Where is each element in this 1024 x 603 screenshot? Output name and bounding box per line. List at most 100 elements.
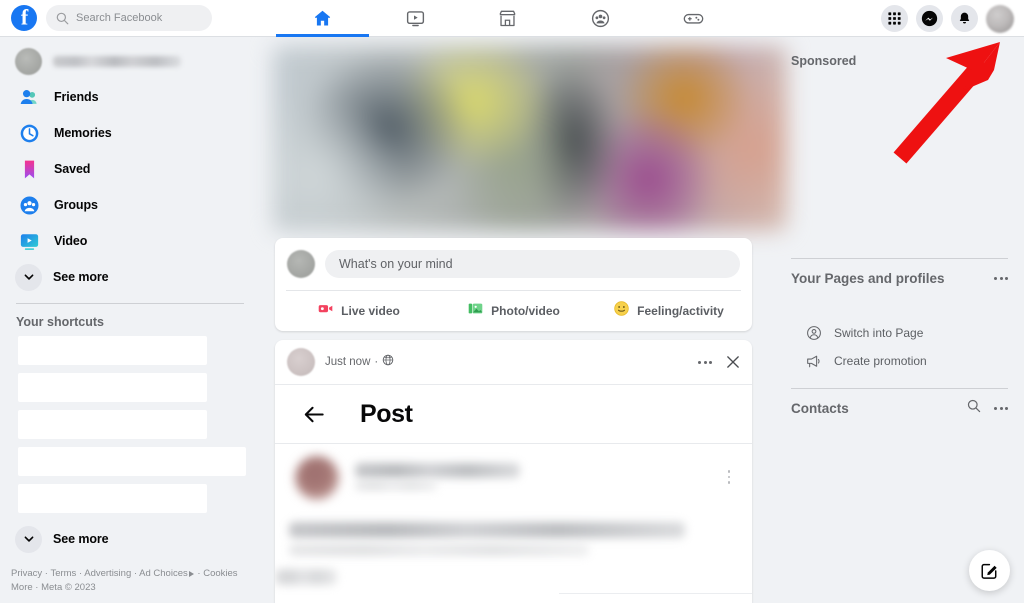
tab-home[interactable] <box>276 0 369 37</box>
pages-more-options-button[interactable] <box>994 276 1008 280</box>
create-promotion-button[interactable]: Create promotion <box>791 347 1008 375</box>
live-video-button[interactable]: Live video <box>281 295 436 327</box>
sidebar-item-label: Friends <box>54 90 99 104</box>
bell-icon <box>959 12 970 24</box>
sidebar-see-more-label: See more <box>53 532 109 546</box>
new-message-button[interactable] <box>969 550 1010 591</box>
post-title: Post <box>360 399 413 428</box>
live-video-label: Live video <box>341 304 400 318</box>
post-meta-separator: · <box>374 356 379 368</box>
footer-link-advertising[interactable]: Advertising <box>84 568 131 579</box>
post-content-line <box>289 522 685 538</box>
photo-video-label: Photo/video <box>491 304 560 318</box>
shortcut-placeholder[interactable] <box>18 373 207 402</box>
sidebar-item-saved[interactable]: Saved <box>9 151 251 187</box>
sidebar-item-profile[interactable] <box>9 43 251 79</box>
footer-link-terms[interactable]: Terms <box>50 568 76 579</box>
stories-banner-image <box>273 46 787 231</box>
footer-link-cookies[interactable]: Cookies <box>203 568 237 579</box>
tab-gaming[interactable] <box>647 0 740 37</box>
photo-video-icon <box>467 300 484 322</box>
messenger-icon <box>921 10 938 27</box>
chevron-down-icon <box>15 525 42 553</box>
post-content-line <box>275 569 337 585</box>
footer-link-privacy[interactable]: Privacy <box>11 568 42 579</box>
post-content-more-options-button[interactable] <box>727 470 730 484</box>
home-icon <box>314 10 330 25</box>
switch-into-page-button[interactable]: Switch into Page <box>791 319 1008 347</box>
post-close-button[interactable] <box>725 354 741 370</box>
facebook-logo-icon[interactable] <box>11 5 37 31</box>
tab-groups[interactable] <box>554 0 647 37</box>
contacts-section-title: Contacts <box>791 400 849 416</box>
post-author-avatar[interactable] <box>287 348 315 376</box>
account-avatar[interactable] <box>986 4 1014 33</box>
post-content-line <box>289 544 589 556</box>
sidebar-item-label: Saved <box>54 162 91 176</box>
composer-input[interactable]: What's on your mind <box>325 250 740 278</box>
footer-meta-copyright: Meta © 2023 <box>41 582 96 594</box>
facebook-home-page: Search Facebook <box>0 0 1024 603</box>
pages-section-header: Your Pages and profiles <box>791 259 1008 297</box>
composer-avatar <box>287 250 315 278</box>
composer-actions-row: Live video Photo/video Feeling/activity <box>275 291 752 331</box>
contacts-search-button[interactable] <box>967 399 981 418</box>
feeling-activity-button[interactable]: Feeling/activity <box>591 295 746 327</box>
sidebar-item-video[interactable]: Video <box>9 223 251 259</box>
feeling-activity-icon <box>613 300 630 322</box>
groups-icon <box>592 9 610 27</box>
sidebar-item-memories[interactable]: Memories <box>9 115 251 151</box>
post-content-avatar-blurred <box>295 456 339 500</box>
contacts-section-header: Contacts <box>791 389 1008 427</box>
megaphone-icon <box>805 353 822 370</box>
search-input[interactable]: Search Facebook <box>46 5 212 31</box>
sidebar-see-more-bottom[interactable]: See more <box>9 521 251 557</box>
shortcut-placeholder[interactable] <box>18 447 246 476</box>
footer-link-more[interactable]: More <box>11 582 33 593</box>
messenger-button[interactable] <box>916 5 943 32</box>
post-header: Just now · <box>275 340 752 384</box>
profile-avatar <box>15 47 42 75</box>
footer-link-ad-choices[interactable]: Ad Choices <box>139 568 188 579</box>
saved-bookmark-icon <box>15 155 43 183</box>
video-watch-icon <box>406 10 424 26</box>
shortcut-placeholder[interactable] <box>18 336 207 365</box>
footer-links: Privacy · Terms · Advertising · Ad Choic… <box>11 567 249 595</box>
post-title-row: Post <box>275 385 752 443</box>
post-body-blurred <box>275 444 752 603</box>
tab-marketplace[interactable] <box>462 0 555 37</box>
friends-icon <box>15 83 43 111</box>
sidebar-item-friends[interactable]: Friends <box>9 79 251 115</box>
sidebar-see-more-top[interactable]: See more <box>9 259 251 295</box>
create-promotion-label: Create promotion <box>834 354 927 368</box>
globe-icon[interactable] <box>382 353 394 371</box>
switch-page-icon <box>805 325 822 341</box>
shortcut-placeholder[interactable] <box>18 484 207 513</box>
contacts-more-options-button[interactable] <box>994 406 1008 410</box>
notifications-button[interactable] <box>951 5 978 32</box>
back-arrow-icon[interactable] <box>302 402 327 427</box>
tab-video[interactable] <box>369 0 462 37</box>
stories-banner-blurred[interactable] <box>273 46 787 231</box>
shortcuts-section-title: Your shortcuts <box>16 315 104 329</box>
top-navigation-bar: Search Facebook <box>0 0 1024 37</box>
switch-into-page-label: Switch into Page <box>834 326 924 340</box>
menu-grid-button[interactable] <box>881 5 908 32</box>
shortcut-placeholder[interactable] <box>18 410 207 439</box>
contacts-section-actions <box>967 399 1008 418</box>
composer-top-row: What's on your mind <box>275 238 752 278</box>
right-sidebar: Sponsored Your Pages and profiles Switch… <box>775 37 1024 603</box>
ad-choices-icon <box>188 571 194 578</box>
post-content-line <box>355 463 520 478</box>
sidebar-divider <box>16 303 244 304</box>
photo-video-button[interactable]: Photo/video <box>436 295 591 327</box>
sidebar-item-groups[interactable]: Groups <box>9 187 251 223</box>
pages-section-actions <box>994 276 1008 280</box>
chevron-down-icon <box>15 263 42 291</box>
groups-icon <box>15 191 43 219</box>
pages-section-title: Your Pages and profiles <box>791 270 945 286</box>
sidebar-see-more-label: See more <box>53 270 109 284</box>
footer-line-1: Privacy · Terms · Advertising · Ad Choic… <box>11 568 238 580</box>
post-more-options-button[interactable] <box>698 360 712 364</box>
topbar-right-actions <box>881 0 1014 37</box>
